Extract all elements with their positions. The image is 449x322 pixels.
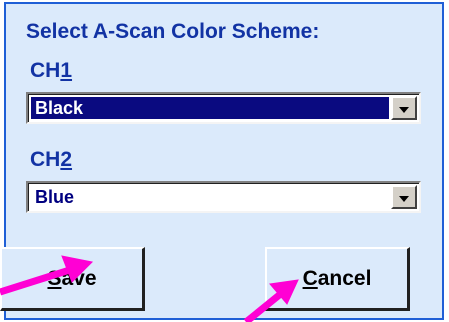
annotation-arrow-cancel xyxy=(243,279,299,322)
annotation-arrow-shaft xyxy=(0,264,78,296)
annotation-arrow-head xyxy=(61,255,94,283)
annotation-arrows xyxy=(0,255,299,322)
annotation-arrow-shaft xyxy=(243,289,286,322)
annotation-arrow-save xyxy=(0,255,94,296)
